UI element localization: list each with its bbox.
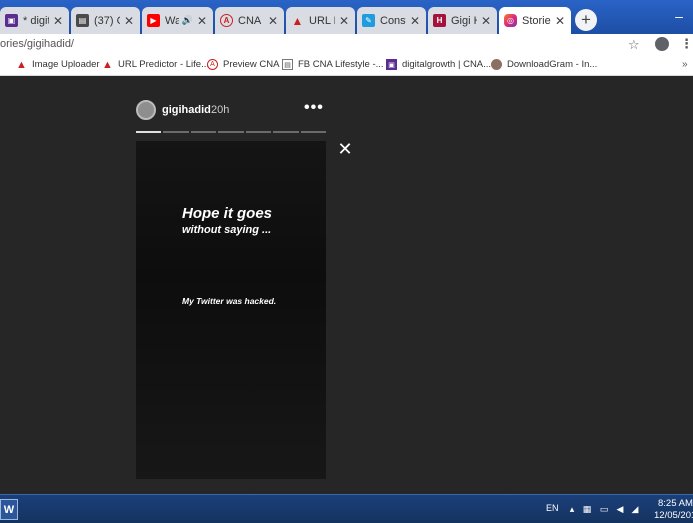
avatar[interactable] xyxy=(136,100,156,120)
address-bar: ories/gigihadid/ ☆ ⋮ xyxy=(0,34,693,56)
profile-avatar-icon[interactable] xyxy=(655,37,669,51)
speaker-icon[interactable]: 🔊 xyxy=(182,15,193,26)
cna-icon: ▲ xyxy=(102,58,113,71)
instagram-icon: ◎ xyxy=(504,14,517,27)
tab-title: CNA Lif xyxy=(238,14,264,27)
story-header: gigihadid 20h ••• xyxy=(136,98,326,122)
network-icon[interactable]: ▦ xyxy=(582,504,592,514)
bookmark-digitalgrowth[interactable]: ▣ digitalgrowth | CNA... xyxy=(386,59,491,70)
tab-title: Stories xyxy=(522,14,551,27)
bookmark-label: FB CNA Lifestyle -... xyxy=(298,59,384,70)
bookmark-preview-cna[interactable]: A Preview CNA xyxy=(207,59,280,70)
bookmarks-bar: ▲ Image Uploader ▲ URL Predictor - Life.… xyxy=(0,56,693,76)
tab-title: * digital xyxy=(23,14,49,27)
tab-title: Constan xyxy=(380,14,406,27)
bookmark-star-icon[interactable]: ☆ xyxy=(628,37,640,53)
progress-segment xyxy=(273,131,299,133)
image-icon: ▤ xyxy=(76,14,89,27)
close-icon[interactable]: ✕ xyxy=(268,14,278,28)
progress-segment xyxy=(300,131,326,133)
bookmark-url-predictor[interactable]: ▲ URL Predictor - Life... xyxy=(102,58,209,71)
close-icon[interactable]: ✕ xyxy=(410,14,420,28)
clock-time[interactable]: 8:25 AM xyxy=(658,498,693,509)
bookmark-label: digitalgrowth | CNA... xyxy=(402,59,492,70)
constant-contact-icon: ✎ xyxy=(362,14,375,27)
tab-stories[interactable]: ◎ Stories ✕ xyxy=(499,7,571,34)
wifi-icon[interactable]: ◢ xyxy=(630,504,640,514)
image-icon: ▤ xyxy=(282,59,293,70)
bookmark-label: URL Predictor - Life... xyxy=(118,59,209,70)
minimize-icon[interactable]: – xyxy=(670,8,688,26)
harpers-icon: H xyxy=(433,14,446,27)
story-headline: Hope it goes xyxy=(182,205,273,222)
word-app-icon[interactable]: W xyxy=(0,499,18,520)
youtube-icon: ▶ xyxy=(147,14,160,27)
close-story-button[interactable]: ✕ xyxy=(337,140,353,158)
progress-segment xyxy=(163,131,189,133)
bookmark-label: Image Uploader xyxy=(32,59,100,70)
tab-gigi-harpers[interactable]: H Gigi Ha ✕ xyxy=(428,7,497,34)
progress-segment xyxy=(136,131,162,133)
tab-cna-37[interactable]: ▤ (37) CN ✕ xyxy=(71,7,140,34)
tab-title: URL Pr xyxy=(309,14,335,27)
tab-title: (37) CN xyxy=(94,14,120,27)
battery-icon[interactable]: ▭ xyxy=(599,504,609,514)
new-tab-button[interactable]: + xyxy=(575,9,597,31)
digital-growth-icon: ▣ xyxy=(386,59,397,70)
bookmark-image-uploader[interactable]: ▲ Image Uploader xyxy=(16,58,100,71)
progress-segment xyxy=(218,131,244,133)
clock-date[interactable]: 12/05/2019 xyxy=(654,510,693,521)
progress-segment xyxy=(245,131,272,133)
close-icon[interactable]: ✕ xyxy=(124,14,134,28)
digital-growth-icon: ▣ xyxy=(5,14,18,27)
language-indicator[interactable]: EN xyxy=(546,503,559,513)
tab-youtube[interactable]: ▶ Wa 🔊 ✕ xyxy=(142,7,213,34)
tab-url-predictor[interactable]: ▲ URL Pr ✕ xyxy=(286,7,355,34)
tab-strip: ▣ * digital ✕ ▤ (37) CN ✕ ▶ Wa 🔊 ✕ A CNA… xyxy=(0,0,693,34)
story-subline: without saying ... xyxy=(182,224,272,236)
story-timestamp: 20h xyxy=(211,104,230,116)
tray-arrow-icon[interactable]: ▴ xyxy=(567,504,577,514)
story-progress xyxy=(136,131,326,133)
close-icon[interactable]: ✕ xyxy=(481,14,491,28)
taskbar: W EN ▴ ▦ ▭ ◀ ◢ 8:25 AM 12/05/2019 xyxy=(0,494,693,523)
bookmark-label: Preview CNA xyxy=(223,59,280,70)
close-icon[interactable]: ✕ xyxy=(53,14,63,28)
story-username[interactable]: gigihadid xyxy=(162,104,211,116)
tab-title: Gigi Ha xyxy=(451,14,477,27)
close-icon[interactable]: ✕ xyxy=(197,14,207,28)
cna-icon: ▲ xyxy=(291,13,304,28)
volume-icon[interactable]: ◀ xyxy=(615,504,625,514)
cna-icon: ▲ xyxy=(16,58,27,71)
menu-icon[interactable]: ⋮ xyxy=(680,36,693,52)
url-field[interactable]: ories/gigihadid/ xyxy=(0,38,74,50)
story-frame[interactable]: Hope it goes without saying ... My Twitt… xyxy=(136,141,326,479)
tab-title: Wa xyxy=(165,14,179,27)
story-note: My Twitter was hacked. xyxy=(182,296,277,306)
downloadgram-icon xyxy=(491,59,502,70)
bookmark-fb-cna-lifestyle[interactable]: ▤ FB CNA Lifestyle -... xyxy=(282,59,384,70)
bookmark-label: DownloadGram - In... xyxy=(507,59,598,70)
more-bookmarks-icon[interactable]: » xyxy=(682,59,688,70)
progress-segment xyxy=(190,131,217,133)
tab-digital[interactable]: ▣ * digital ✕ xyxy=(0,7,69,34)
close-icon[interactable]: ✕ xyxy=(555,14,565,28)
tab-constant-contact[interactable]: ✎ Constan ✕ xyxy=(357,7,426,34)
cna-outline-icon: A xyxy=(207,59,218,70)
cna-icon: A xyxy=(220,14,233,27)
close-icon[interactable]: ✕ xyxy=(339,14,349,28)
more-options-icon[interactable]: ••• xyxy=(304,99,324,117)
bookmark-downloadgram[interactable]: DownloadGram - In... xyxy=(491,59,597,70)
tab-cna-lifestyle[interactable]: A CNA Lif ✕ xyxy=(215,7,284,34)
